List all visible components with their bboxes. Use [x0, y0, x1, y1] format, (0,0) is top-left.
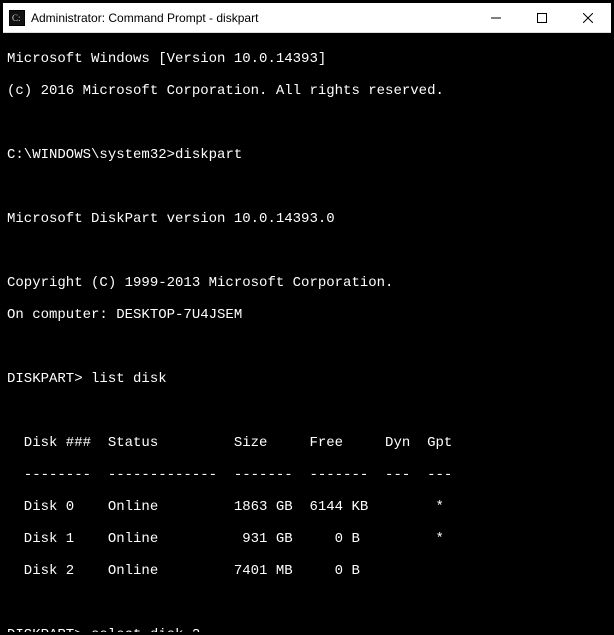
blank-line	[7, 595, 607, 611]
header-line: Microsoft Windows [Version 10.0.14393]	[7, 51, 607, 67]
path-prompt: C:\WINDOWS\system32>	[7, 147, 175, 163]
blank-line	[7, 179, 607, 195]
diskpart-prompt: DISKPART>	[7, 627, 83, 632]
diskpart-prompt: DISKPART>	[7, 371, 83, 387]
table-separator: -------- ------------- ------- ------- -…	[7, 467, 607, 483]
cmd-text: diskpart	[175, 147, 242, 163]
window-controls	[473, 3, 611, 32]
cmd-text: list disk	[83, 371, 167, 387]
header-line: (c) 2016 Microsoft Corporation. All righ…	[7, 83, 607, 99]
titlebar[interactable]: C: Administrator: Command Prompt - diskp…	[3, 3, 611, 33]
cmd-text: select disk 2	[83, 627, 201, 632]
dp-version: Microsoft DiskPart version 10.0.14393.0	[7, 211, 607, 227]
copyright: Copyright (C) 1999-2013 Microsoft Corpor…	[7, 275, 607, 291]
console-output[interactable]: Microsoft Windows [Version 10.0.14393] (…	[3, 33, 611, 632]
command-prompt-window: C: Administrator: Command Prompt - diskp…	[0, 0, 614, 635]
minimize-button[interactable]	[473, 3, 519, 32]
computer-name: On computer: DESKTOP-7U4JSEM	[7, 307, 607, 323]
table-header: Disk ### Status Size Free Dyn Gpt	[7, 435, 607, 451]
table-row: Disk 2 Online 7401 MB 0 B	[7, 563, 607, 579]
blank-line	[7, 243, 607, 259]
blank-line	[7, 403, 607, 419]
cmd-icon: C:	[9, 10, 25, 26]
prompt-line: C:\WINDOWS\system32>diskpart	[7, 147, 607, 163]
blank-line	[7, 339, 607, 355]
prompt-line: DISKPART> list disk	[7, 371, 607, 387]
maximize-button[interactable]	[519, 3, 565, 32]
svg-text:C:: C:	[12, 13, 21, 23]
blank-line	[7, 115, 607, 131]
table-row: Disk 1 Online 931 GB 0 B *	[7, 531, 607, 547]
window-title: Administrator: Command Prompt - diskpart	[31, 11, 473, 25]
prompt-line: DISKPART> select disk 2	[7, 627, 607, 632]
table-row: Disk 0 Online 1863 GB 6144 KB *	[7, 499, 607, 515]
close-button[interactable]	[565, 3, 611, 32]
